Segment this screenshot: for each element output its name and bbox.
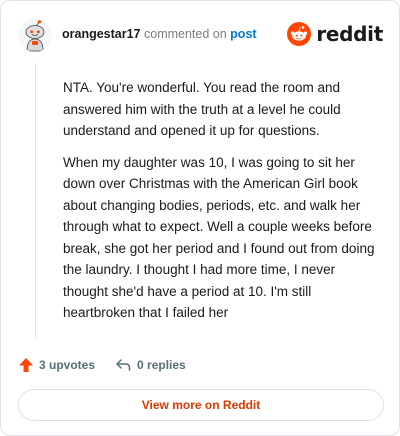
reddit-logo-icon: [287, 22, 312, 46]
reply-arrow-icon: [116, 359, 131, 371]
comment-paragraph: NTA. You're wonderful. You read the room…: [63, 80, 341, 138]
upvote-arrow-icon: [19, 358, 33, 372]
view-more-button[interactable]: View more on Reddit: [18, 389, 384, 421]
snoo-avatar-icon: [18, 18, 52, 52]
comment-actions: 3 upvotes 0 replies: [18, 355, 186, 375]
comment-body: NTA. You're wonderful. You read the room…: [63, 77, 383, 334]
action-text: commented on: [144, 27, 227, 41]
reddit-brand[interactable]: reddit: [287, 20, 383, 48]
username-link[interactable]: orangestar17: [62, 27, 141, 41]
comment-embed-card: orangestar17 commented on post reddit NT…: [0, 0, 400, 436]
avatar[interactable]: [18, 18, 52, 52]
upvote-button[interactable]: 3 upvotes: [18, 357, 95, 373]
byline: orangestar17 commented on post: [62, 27, 257, 41]
thread-line: [35, 63, 36, 339]
comment-paragraph: When my daughter was 10, I was going to …: [63, 154, 375, 321]
reply-button[interactable]: 0 replies: [115, 357, 186, 373]
post-link[interactable]: post: [230, 27, 256, 41]
comment-header: orangestar17 commented on post reddit: [18, 18, 385, 52]
reply-count: 0 replies: [137, 358, 186, 372]
upvote-count: 3 upvotes: [39, 358, 96, 372]
reddit-wordmark: reddit: [316, 22, 383, 46]
